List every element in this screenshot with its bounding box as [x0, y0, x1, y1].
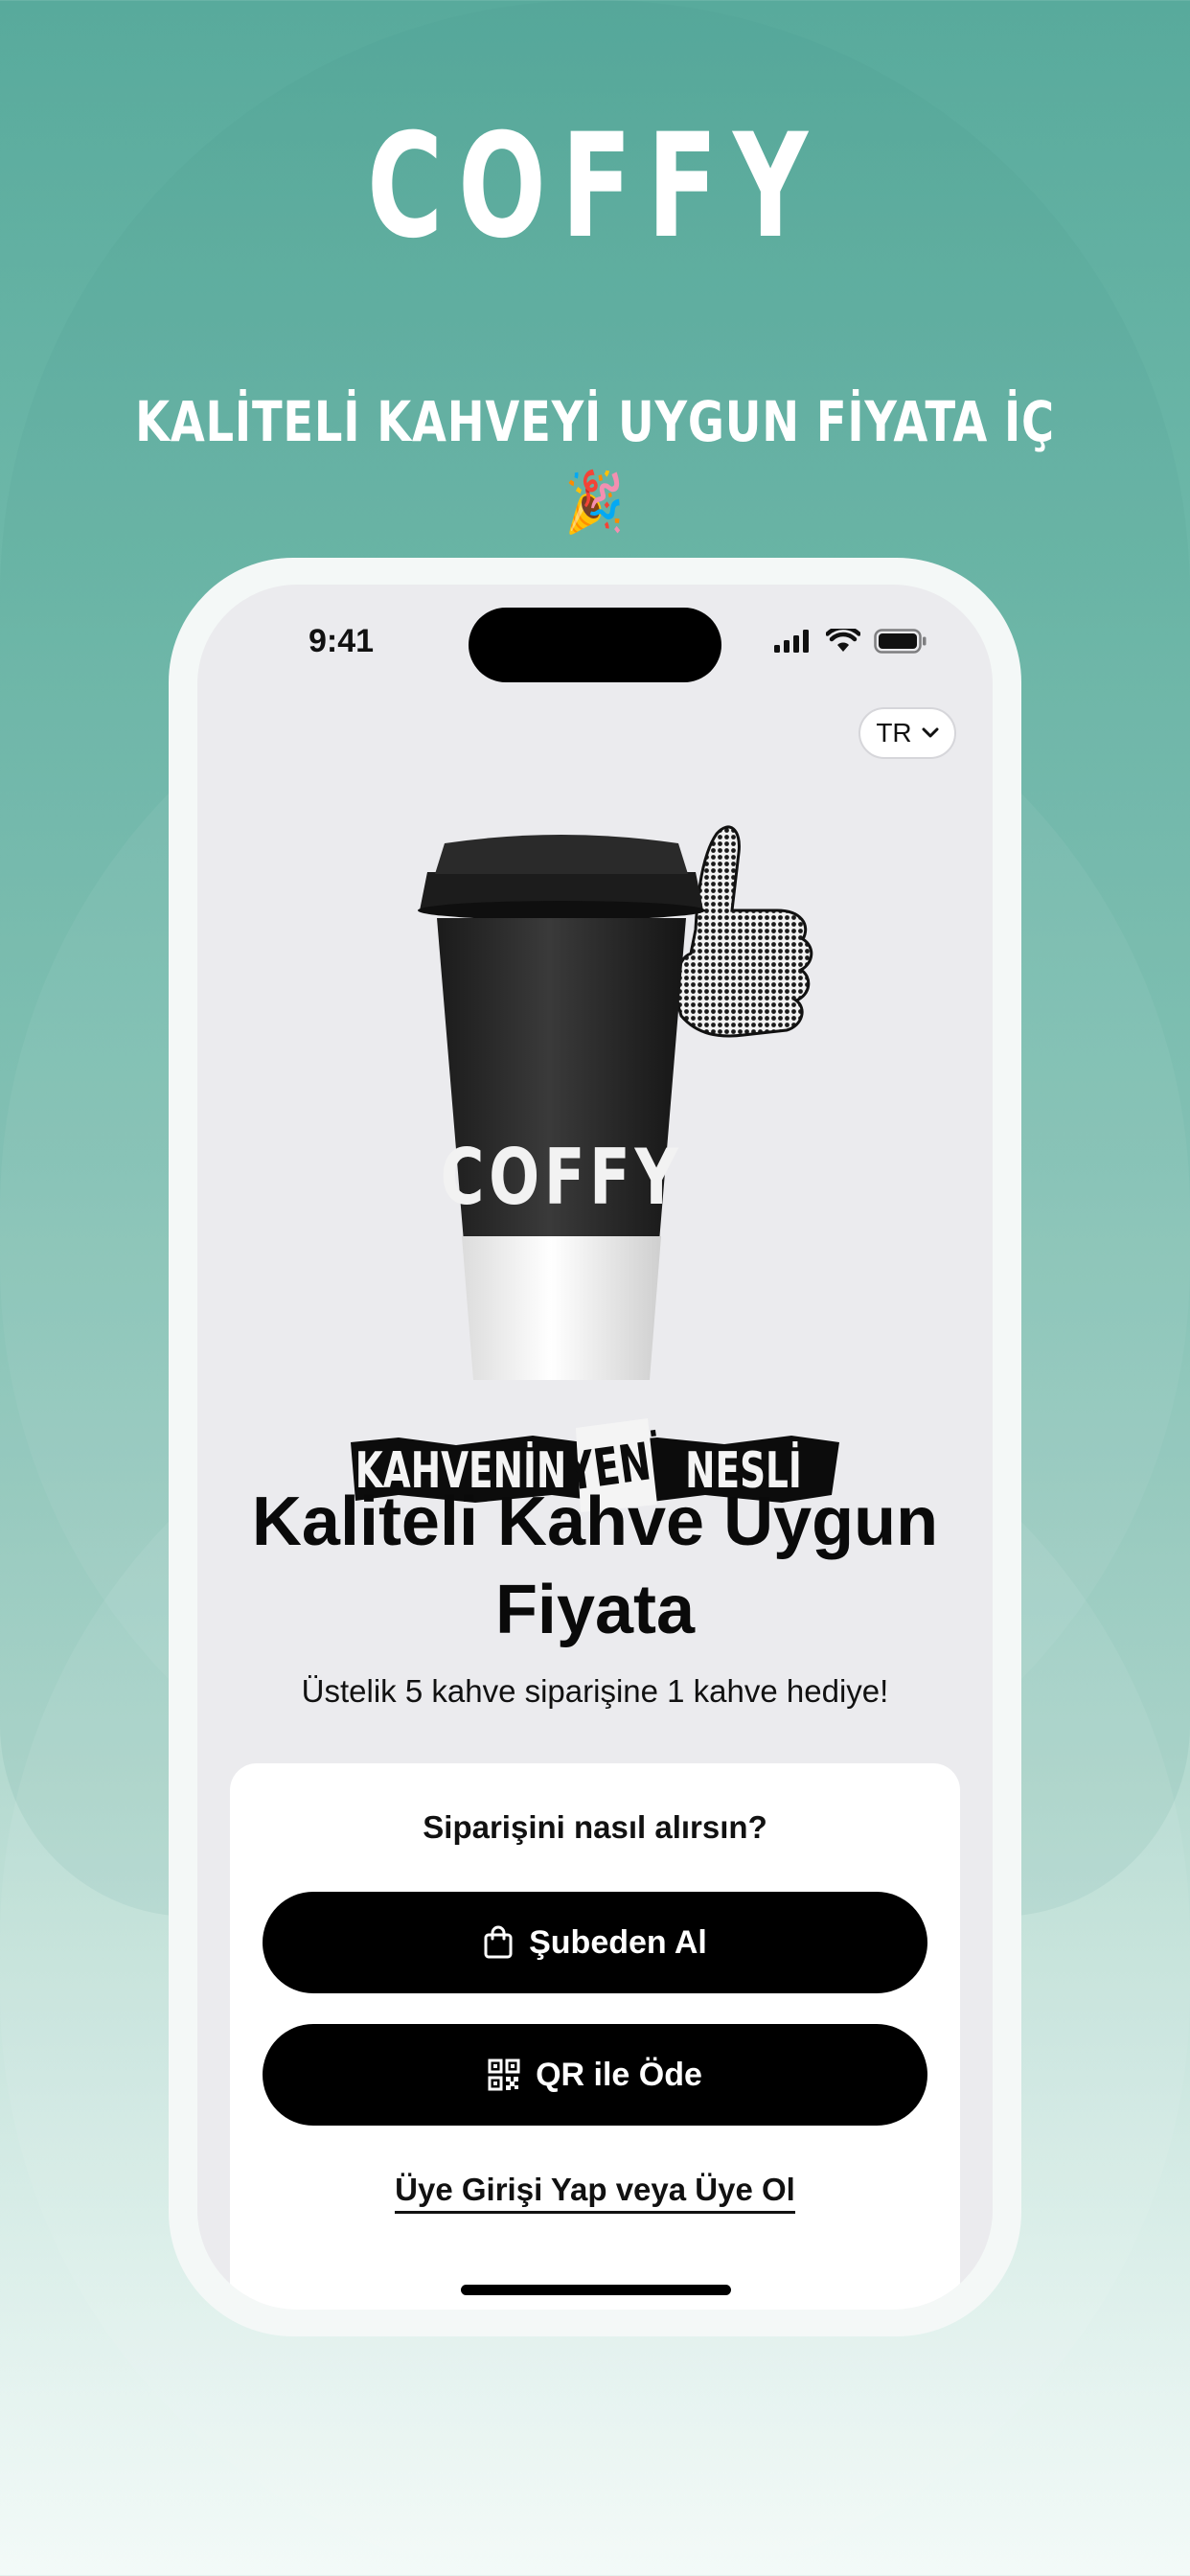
order-question: Siparişini nasıl alırsın?: [423, 1809, 767, 1845]
cup-brand-text: COFFY: [441, 1132, 683, 1222]
pay-with-qr-button[interactable]: QR ile Öde: [263, 2024, 927, 2126]
battery-icon: [874, 629, 927, 654]
brand-logo: COFFY: [366, 104, 824, 270]
promo-subtitle: Üstelik 5 kahve siparişine 1 kahve hediy…: [301, 1673, 889, 1709]
home-indicator[interactable]: [461, 2285, 731, 2295]
phone-screen: 9:41 TR COFFY KAHVENİN YENİ NESLİ Kalite…: [197, 585, 993, 2310]
status-bar: 9:41: [197, 585, 993, 700]
hero-illustration: COFFY KAHVENİN YENİ NESLİ: [351, 825, 839, 1512]
dynamic-island: [469, 608, 721, 682]
qr-label: QR ile Öde: [536, 2056, 702, 2093]
thumbs-up-icon: [675, 825, 813, 1038]
qr-code-icon: [488, 2058, 520, 2091]
shopping-bag-icon: [484, 1925, 513, 1959]
pickup-from-branch-button[interactable]: Şubeden Al: [263, 1892, 927, 1993]
order-options-card: Siparişini nasıl alırsın? Şubeden Al QR …: [230, 1763, 960, 2310]
status-time: 9:41: [309, 623, 375, 659]
status-icons: [774, 629, 927, 654]
login-register-link[interactable]: Üye Girişi Yap veya Üye Ol: [395, 2172, 795, 2214]
tagline-text: KALİTELİ KAHVEYİ UYGUN FİYATA İÇ: [135, 389, 1055, 454]
login-register-link-wrapper: Üye Girişi Yap veya Üye Ol: [230, 2172, 960, 2214]
language-label: TR: [876, 718, 912, 748]
chevron-down-icon: [922, 727, 939, 738]
pickup-label: Şubeden Al: [529, 1923, 707, 1961]
signal-icon: [774, 630, 809, 653]
promo-tagline: KALİTELİ KAHVEYİ UYGUN FİYATA İÇ 🎉: [119, 381, 1071, 543]
language-selector[interactable]: TR: [858, 707, 956, 759]
page-title: Kaliteli Kahve Uygun Fiyata: [251, 1484, 939, 1648]
wifi-icon: [826, 629, 860, 652]
party-icon: 🎉: [564, 467, 626, 537]
